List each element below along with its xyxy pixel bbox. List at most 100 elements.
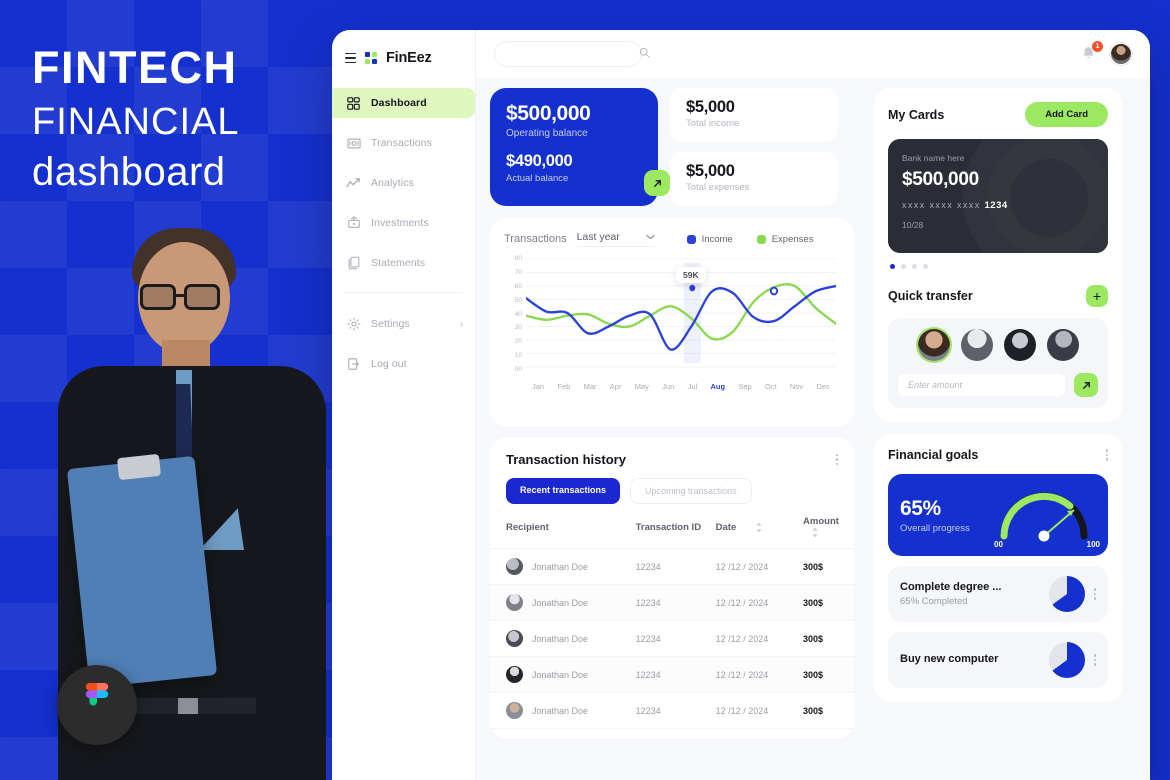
transaction-id: 12234: [635, 548, 716, 586]
col-date[interactable]: Date: [715, 516, 804, 550]
balance-detail-button[interactable]: [644, 170, 670, 196]
x-tick: May: [634, 382, 649, 391]
sidebar-footer-list: Settings › Log out: [332, 309, 475, 379]
card-number-last4: 1234: [984, 200, 1008, 211]
contact-avatar[interactable]: [1046, 329, 1079, 361]
x-tick: Jul: [687, 382, 698, 391]
search-box[interactable]: [494, 41, 650, 67]
sidebar-item-label: Investments: [371, 217, 429, 229]
sidebar-item-analytics[interactable]: Analytics: [332, 168, 475, 198]
sidebar-item-settings[interactable]: Settings ›: [332, 309, 475, 339]
goal-text: Complete degree ... 65% Completed: [900, 581, 1001, 607]
col-amount[interactable]: Amount: [803, 516, 854, 550]
documents-icon: [346, 256, 361, 271]
banknote-icon: [346, 136, 361, 151]
promo-heading: FINTECH FINANCIAL dashboard: [32, 45, 332, 196]
chart-header: Transactions Last year Income Expenses: [504, 231, 840, 247]
left-column: $500,000 Operating balance $490,000 Actu…: [476, 88, 866, 780]
tab-recent-transactions[interactable]: Recent transactions: [506, 478, 621, 504]
bank-name: Bank name here: [902, 153, 965, 163]
y-tick: 30: [514, 324, 522, 332]
actual-balance-amount: $490,000: [506, 152, 573, 170]
sidebar-item-transactions[interactable]: Transactions: [332, 128, 475, 158]
table-row[interactable]: Jonathan Doe 12234 12 /12 / 2024 300$: [490, 584, 854, 622]
transaction-id: 12234: [635, 692, 716, 730]
table-row[interactable]: Jonathan Doe 12234 12 /12 / 2024 300$: [490, 656, 854, 694]
contact-avatar[interactable]: [1003, 329, 1036, 361]
col-transaction-id: Transaction ID: [635, 516, 716, 550]
topbar: 1: [476, 30, 1150, 78]
quick-transfer-contacts: [898, 329, 1098, 361]
y-tick: 40: [514, 310, 522, 318]
operating-balance-amount: $500,000: [506, 102, 591, 125]
y-tick: 80: [514, 255, 522, 262]
y-tick: 20: [514, 338, 522, 346]
contact-avatar[interactable]: [917, 329, 950, 361]
history-title: Transaction history: [506, 452, 626, 467]
kebab-menu-icon[interactable]: [1105, 449, 1108, 461]
sidebar-item-logout[interactable]: Log out: [332, 349, 475, 379]
arrow-up-right-icon: [1082, 381, 1090, 389]
bank-card[interactable]: Bank name here $500,000 xxxx xxxx xxxx 1…: [888, 139, 1108, 253]
avatar[interactable]: [1110, 43, 1132, 65]
sidebar-item-dashboard[interactable]: Dashboard: [332, 88, 475, 118]
search-icon[interactable]: [639, 45, 650, 63]
carousel-dot[interactable]: [901, 264, 906, 269]
kebab-menu-icon[interactable]: [1093, 588, 1096, 600]
brand-name: FinEez: [386, 50, 432, 66]
table-row[interactable]: Jonathan Doe 12234 12 /12 / 2024 300$: [490, 692, 854, 730]
card-carousel-dots: [888, 264, 1108, 269]
chart-range-select[interactable]: Last year: [576, 231, 655, 247]
sidebar-item-investments[interactable]: Investments: [332, 208, 475, 238]
notification-badge: 1: [1092, 41, 1103, 52]
amount-input[interactable]: [898, 374, 1065, 396]
goal-progress-label: 65% Completed: [900, 596, 968, 607]
total-expenses-amount: $5,000: [686, 162, 735, 180]
x-tick: Oct: [764, 382, 777, 391]
promo-line-3: dashboard: [32, 149, 226, 194]
hamburger-icon[interactable]: [345, 52, 356, 64]
history-header: Transaction history: [490, 452, 854, 467]
sort-updown-icon[interactable]: [811, 527, 819, 538]
contact-avatar[interactable]: [960, 329, 993, 361]
transaction-id: 12234: [635, 620, 716, 658]
add-card-button[interactable]: Add Card: [1025, 102, 1108, 127]
goal-item[interactable]: Complete degree ... 65% Completed: [888, 566, 1108, 622]
my-cards-header: My Cards Add Card: [888, 102, 1108, 127]
x-tick: Nov: [789, 382, 804, 391]
table-row[interactable]: Jonathan Doe 12234 12 /12 / 2024 300$: [490, 548, 854, 586]
recipient-name: Jonathan Doe: [532, 597, 589, 608]
carousel-dot[interactable]: [912, 264, 917, 269]
send-transfer-button[interactable]: [1074, 373, 1098, 397]
chart-canvas: 59K: [524, 255, 838, 373]
quick-transfer-header: Quick transfer +: [888, 285, 1108, 307]
sidebar-item-statements[interactable]: Statements: [332, 248, 475, 278]
kebab-menu-icon[interactable]: [835, 453, 838, 466]
financial-goals-title: Financial goals: [888, 448, 979, 462]
notifications-button[interactable]: 1: [1080, 41, 1103, 63]
total-income-amount: $5,000: [686, 98, 735, 116]
card-balance: $500,000: [902, 169, 979, 190]
total-expenses-card: $5,000 Total expenses: [670, 152, 838, 206]
quick-transfer-amount-row: [898, 373, 1098, 397]
goal-item[interactable]: Buy new computer: [888, 632, 1108, 688]
transactions-table-body: Jonathan Doe 12234 12 /12 / 2024 300$ Jo…: [490, 548, 854, 730]
overall-progress-text: 65% Overall progress: [900, 497, 970, 534]
tab-upcoming-transactions[interactable]: Upcoming transactions: [630, 478, 752, 504]
carousel-dot[interactable]: [923, 264, 928, 269]
kebab-menu-icon[interactable]: [1093, 654, 1096, 666]
sidebar-item-label: Analytics: [371, 177, 414, 189]
chart-title: Transactions: [504, 233, 567, 245]
plus-icon[interactable]: +: [1086, 285, 1108, 307]
chart-range-value: Last year: [576, 231, 620, 243]
sort-updown-icon[interactable]: [755, 522, 763, 533]
search-input[interactable]: [507, 48, 639, 60]
investment-icon: [346, 216, 361, 231]
transaction-amount: 300$: [803, 692, 854, 730]
table-row[interactable]: Jonathan Doe 12234 12 /12 / 2024 300$: [490, 620, 854, 658]
recipient-name: Jonathan Doe: [532, 633, 589, 644]
operating-balance-label: Operating balance: [506, 128, 588, 139]
goal-pie-chart: [1048, 642, 1085, 678]
carousel-dot[interactable]: [890, 264, 895, 269]
x-tick: Apr: [609, 382, 622, 391]
